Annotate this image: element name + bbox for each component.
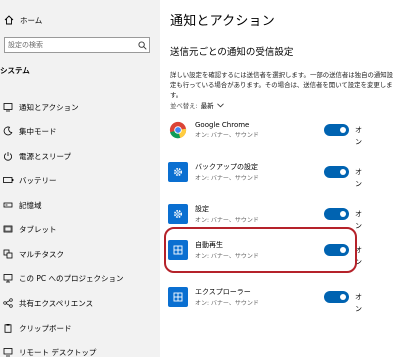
section-description: 詳しい設定を確認するには送信者を選択します。一部の送信者は独自の通知設定も行って… <box>170 71 394 99</box>
chrome-icon <box>168 120 188 140</box>
sidebar-item-label: クリップボード <box>19 323 72 333</box>
highlight-frame <box>164 227 357 273</box>
toggle-knob <box>340 169 346 175</box>
section-title: システム <box>0 66 30 75</box>
app-status: オン: バナー、サウンド <box>195 132 259 139</box>
toggle-state-label: オン <box>355 210 362 230</box>
projection-icon <box>2 272 14 284</box>
sidebar-item-clipboard[interactable]: クリップボード <box>0 319 160 337</box>
app-status: オン: バナー、サウンド <box>195 217 259 224</box>
sidebar-item-label: 集中モード <box>19 126 57 136</box>
app-name: Google Chrome <box>195 121 250 129</box>
sidebar-item-shared-experiences[interactable]: 共有エクスペリエンス <box>0 294 160 312</box>
gear-icon <box>168 162 188 182</box>
multitask-icon <box>2 248 14 260</box>
app-status: オン: バナー、サウンド <box>195 300 259 307</box>
page-title: 通知とアクション <box>170 14 275 29</box>
gear-icon <box>168 204 188 224</box>
explorer-icon <box>168 287 188 307</box>
sidebar-item-projection[interactable]: この PC へのプロジェクション <box>0 269 160 287</box>
sidebar-item-label: マルチタスク <box>19 249 64 259</box>
toggle-state-label: オン <box>355 168 362 188</box>
app-row-chrome[interactable]: Google Chrome オン: バナー、サウンド オン <box>168 115 368 146</box>
search-input[interactable]: 設定の検索 <box>8 40 135 50</box>
app-name: バックアップの設定 <box>195 163 258 171</box>
sidebar-home[interactable]: ホーム <box>0 10 160 30</box>
sidebar: ホーム 設定の検索 システム 通知とアクション 集中モード 電源とスリープ バッ… <box>0 0 160 357</box>
main-content: 通知とアクション 送信元ごとの通知の受信設定 詳しい設定を確認するには送信者を選… <box>160 0 400 357</box>
sidebar-item-storage[interactable]: 記憶域 <box>0 196 160 214</box>
toggle-state-label: オン <box>355 126 362 146</box>
app-row-explorer[interactable]: エクスプローラー オン: バナー、サウンド オン <box>168 282 368 313</box>
home-label: ホーム <box>20 15 43 25</box>
app-row-backup-settings[interactable]: バックアップの設定 オン: バナー、サウンド オン <box>168 157 368 188</box>
battery-icon <box>2 174 14 186</box>
sidebar-item-label: タブレット <box>19 224 57 234</box>
power-icon <box>2 150 14 162</box>
app-name: エクスプローラー <box>195 288 251 296</box>
chevron-down-icon[interactable] <box>216 102 224 110</box>
sidebar-item-label: 記憶域 <box>19 200 42 210</box>
search-box[interactable]: 設定の検索 <box>4 37 150 53</box>
toggle-state-label: オン <box>355 293 362 313</box>
sidebar-item-label: 電源とスリープ <box>19 151 72 161</box>
sidebar-item-power[interactable]: 電源とスリープ <box>0 147 160 165</box>
tablet-icon <box>2 223 14 235</box>
sidebar-item-focus[interactable]: 集中モード <box>0 122 160 140</box>
sidebar-item-label: 通知とアクション <box>19 102 79 112</box>
sidebar-item-notifications[interactable]: 通知とアクション <box>0 98 160 116</box>
storage-icon <box>2 199 14 211</box>
notification-icon <box>2 101 14 113</box>
remote-desktop-icon <box>2 346 14 357</box>
toggle-knob <box>340 294 346 300</box>
sort-label: 並べ替え: <box>170 102 198 110</box>
clipboard-icon <box>2 322 14 334</box>
sidebar-item-multitask[interactable]: マルチタスク <box>0 245 160 263</box>
toggle-knob <box>340 127 346 133</box>
app-row-settings[interactable]: 設定 オン: バナー、サウンド オン <box>168 199 368 230</box>
share-icon <box>2 297 14 309</box>
app-name: 設定 <box>195 205 209 213</box>
moon-icon <box>2 125 14 137</box>
sidebar-item-label: 共有エクスペリエンス <box>19 298 94 308</box>
sidebar-item-battery[interactable]: バッテリー <box>0 171 160 189</box>
notification-toggle[interactable] <box>324 208 349 220</box>
notification-toggle[interactable] <box>324 166 349 178</box>
toggle-knob <box>340 211 346 217</box>
app-status: オン: バナー、サウンド <box>195 175 259 182</box>
sidebar-item-tablet[interactable]: タブレット <box>0 220 160 238</box>
sidebar-item-label: この PC へのプロジェクション <box>19 273 124 283</box>
sidebar-item-label: リモート デスクトップ <box>19 347 97 357</box>
sort-value[interactable]: 最新 <box>201 101 214 110</box>
notification-toggle[interactable] <box>324 291 349 303</box>
notification-toggle[interactable] <box>324 124 349 136</box>
sidebar-item-remote-desktop[interactable]: リモート デスクトップ <box>0 343 160 357</box>
search-icon[interactable] <box>135 38 149 52</box>
section-heading: 送信元ごとの通知の受信設定 <box>170 47 294 58</box>
home-icon <box>4 15 14 25</box>
sort-dropdown[interactable]: 並べ替え: 最新 <box>170 101 224 110</box>
sidebar-item-label: バッテリー <box>19 175 57 185</box>
